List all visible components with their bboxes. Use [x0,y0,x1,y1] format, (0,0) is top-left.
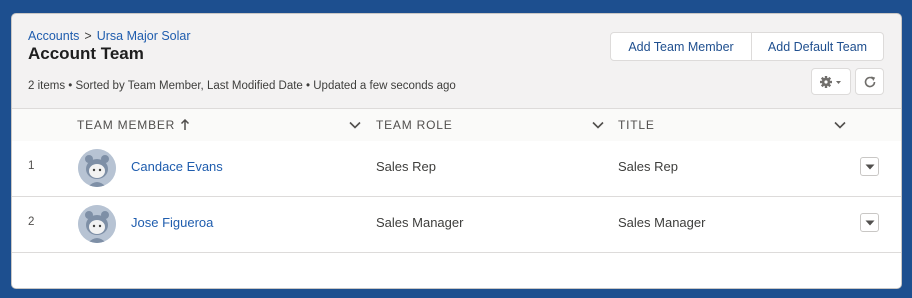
chevron-down-icon [834,121,846,129]
table-row: 1 Candace Evans Sales Rep Sales Rep [12,141,901,197]
table-row: 2 Jose Figueroa Sales Manager Sales Mana… [12,197,901,253]
breadcrumb-accounts-link[interactable]: Accounts [28,29,79,43]
team-table: TEAM MEMBER TEAM ROLE TITLE 1 Candace Ev… [12,108,901,288]
add-team-member-button[interactable]: Add Team Member [610,32,752,61]
chevron-down-icon [349,121,361,129]
title-cell: Sales Manager [618,215,706,230]
refresh-button[interactable] [855,68,884,95]
column-header-team-role[interactable]: TEAM ROLE [376,118,453,132]
column-header-title[interactable]: TITLE [618,118,655,132]
row-number: 1 [28,160,35,172]
add-default-team-button[interactable]: Add Default Team [752,32,884,61]
list-settings-button[interactable] [811,68,851,95]
user-avatar-icon [78,149,116,187]
avatar [78,149,116,187]
user-avatar-icon [78,205,116,243]
breadcrumb-separator: > [84,29,92,43]
column-header-team-member[interactable]: TEAM MEMBER [77,118,190,132]
avatar [78,205,116,243]
account-team-panel: Accounts > Ursa Major Solar Account Team 2… [11,13,902,289]
team-role-cell: Sales Rep [376,159,436,174]
team-role-cell: Sales Manager [376,215,464,230]
team-role-column-menu[interactable] [591,118,605,132]
title-cell: Sales Rep [618,159,678,174]
header-actions: Add Team Member Add Default Team [610,32,884,61]
list-summary: 2 items • Sorted by Team Member, Last Mo… [28,80,456,92]
caret-down-icon [865,164,874,169]
title-column-menu[interactable] [833,118,847,132]
team-member-link[interactable]: Jose Figueroa [131,215,213,230]
refresh-icon [864,75,875,87]
breadcrumb-account-link[interactable]: Ursa Major Solar [97,29,191,43]
team-member-column-menu[interactable] [348,118,362,132]
row-number: 2 [28,216,35,228]
row-actions-button[interactable] [860,213,879,232]
gear-icon [820,75,841,88]
arrow-up-icon [181,119,190,130]
caret-down-icon [865,220,874,225]
page-title: Account Team [28,44,144,63]
team-member-link[interactable]: Candace Evans [131,159,223,174]
row-actions-button[interactable] [860,157,879,176]
breadcrumb: Accounts > Ursa Major Solar [28,29,191,43]
chevron-down-icon [592,121,604,129]
table-header: TEAM MEMBER TEAM ROLE TITLE [12,109,901,142]
